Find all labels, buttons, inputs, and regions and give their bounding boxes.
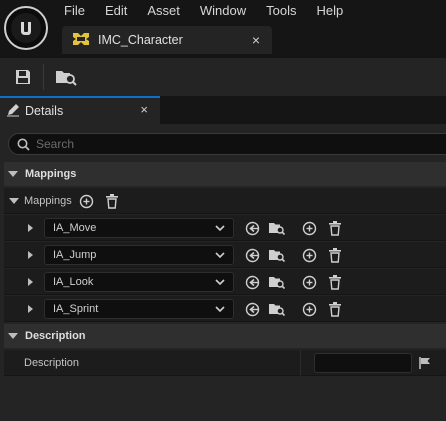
tab-details[interactable]: Details × (0, 96, 160, 124)
input-mapping-asset-icon (72, 31, 90, 50)
menu-help[interactable]: Help (306, 0, 353, 22)
add-element-icon[interactable] (301, 247, 317, 263)
use-selected-icon[interactable] (244, 220, 260, 236)
collapse-icon[interactable] (9, 198, 19, 204)
use-selected-icon[interactable] (244, 247, 260, 263)
mapping-row: IA_Look (4, 269, 446, 295)
toolbar-separator (43, 64, 44, 90)
search-box[interactable] (8, 133, 446, 155)
mapping-row: IA_Jump (4, 242, 446, 268)
unreal-logo-icon[interactable] (4, 6, 48, 50)
save-icon (16, 70, 30, 84)
panel-tab-bar: Details × (0, 96, 446, 124)
menu-asset[interactable]: Asset (137, 0, 190, 22)
section-description[interactable]: Description (4, 324, 446, 348)
mappings-array-row: Mappings (4, 188, 446, 214)
add-element-icon[interactable] (301, 301, 317, 317)
add-element-icon[interactable] (301, 274, 317, 290)
search-input[interactable] (36, 137, 416, 151)
action-dropdown[interactable]: IA_Sprint (44, 299, 234, 319)
flag-icon[interactable] (418, 356, 432, 370)
browse-button[interactable] (55, 66, 77, 88)
menu-bar: File Edit Asset Window Tools Help (55, 0, 353, 22)
menu-window[interactable]: Window (190, 0, 256, 22)
section-description-label: Description (25, 330, 86, 342)
browse-asset-icon[interactable] (268, 274, 286, 290)
description-field[interactable] (314, 353, 412, 373)
browse-asset-icon (56, 71, 77, 86)
delete-icon[interactable] (327, 301, 343, 317)
title-bar: File Edit Asset Window Tools Help IMC_Ch… (0, 0, 446, 58)
details-panel: Mappings Mappings IA_Move IA_Jump (0, 124, 446, 421)
menu-tools[interactable]: Tools (256, 0, 306, 22)
chevron-down-icon (215, 279, 225, 286)
expand-icon[interactable] (28, 305, 33, 313)
action-dropdown-label: IA_Move (53, 222, 97, 234)
delete-icon[interactable] (327, 274, 343, 290)
section-mappings-label: Mappings (25, 168, 77, 180)
description-row: Description (4, 350, 446, 376)
chevron-down-icon (215, 306, 225, 313)
toolbar (0, 58, 446, 96)
save-button[interactable] (12, 66, 34, 88)
close-icon[interactable]: × (252, 32, 260, 48)
delete-icon[interactable] (327, 247, 343, 263)
asset-tab-label: IMC_Character (98, 33, 183, 47)
collapse-icon (8, 333, 18, 339)
close-icon[interactable]: × (140, 102, 148, 117)
asset-tab[interactable]: IMC_Character × (62, 26, 272, 54)
description-label: Description (24, 357, 80, 369)
pencil-icon (6, 103, 20, 120)
mappings-array-label: Mappings (24, 195, 72, 207)
delete-icon[interactable] (327, 220, 343, 236)
action-dropdown[interactable]: IA_Move (44, 218, 234, 238)
mapping-row: IA_Sprint (4, 296, 446, 322)
chevron-down-icon (215, 252, 225, 259)
use-selected-icon[interactable] (244, 301, 260, 317)
action-dropdown-label: IA_Look (53, 276, 94, 288)
use-selected-icon[interactable] (244, 274, 260, 290)
menu-file[interactable]: File (55, 0, 95, 22)
action-dropdown[interactable]: IA_Jump (44, 245, 234, 265)
add-element-icon[interactable] (301, 220, 317, 236)
expand-icon[interactable] (28, 224, 33, 232)
search-icon (17, 138, 30, 151)
browse-asset-icon[interactable] (268, 301, 286, 317)
mapping-row: IA_Move (4, 215, 446, 241)
browse-asset-icon[interactable] (268, 247, 286, 263)
column-divider (300, 350, 301, 376)
action-dropdown[interactable]: IA_Look (44, 272, 234, 292)
delete-all-icon[interactable] (104, 193, 120, 209)
menu-edit[interactable]: Edit (95, 0, 137, 22)
section-mappings[interactable]: Mappings (4, 162, 446, 186)
collapse-icon (8, 171, 18, 177)
action-dropdown-label: IA_Jump (53, 249, 97, 261)
expand-icon[interactable] (28, 278, 33, 286)
action-dropdown-label: IA_Sprint (53, 303, 99, 315)
browse-asset-icon[interactable] (268, 220, 286, 236)
details-tab-label: Details (25, 104, 64, 118)
chevron-down-icon (215, 225, 225, 232)
add-element-icon[interactable] (78, 193, 94, 209)
expand-icon[interactable] (28, 251, 33, 259)
